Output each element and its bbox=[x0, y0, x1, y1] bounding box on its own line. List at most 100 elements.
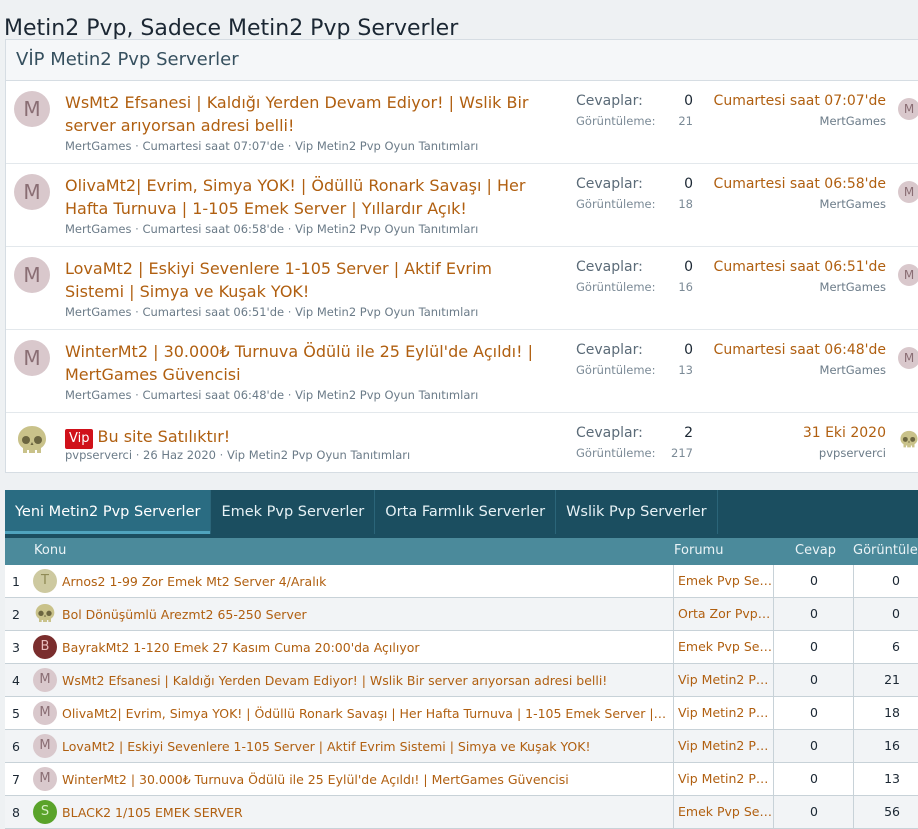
forum-link[interactable]: Vip Metin2 Pv... bbox=[673, 763, 773, 795]
last-post-date-link[interactable]: Cumartesi saat 06:58'de bbox=[714, 176, 886, 192]
thread-forum-link[interactable]: Vip Metin2 Pvp Oyun Tanıtımları bbox=[227, 448, 410, 462]
table-row: 8 S BLACK2 1/105 EMEK SERVER Emek Pvp Ser..… bbox=[5, 796, 918, 829]
table-header: Konu Forumu Cevap Görüntüle... bbox=[5, 534, 918, 565]
avatar[interactable]: T bbox=[33, 569, 57, 593]
tab-wslik-pvp-serverler[interactable]: Wslik Pvp Serverler bbox=[556, 490, 718, 534]
forum-link[interactable]: Emek Pvp Ser... bbox=[673, 796, 773, 828]
forum-link[interactable]: Vip Metin2 Pv... bbox=[673, 664, 773, 696]
thread-title-link[interactable]: LovaMt2 | Eskiyi Sevenlere 1-105 Server … bbox=[62, 739, 667, 754]
table-row: 3 B BayrakMt2 1-120 Emek 27 Kasım Cuma 20:… bbox=[5, 631, 918, 664]
last-post-date-link[interactable]: Cumartesi saat 06:48'de bbox=[714, 342, 886, 358]
skull-avatar-icon[interactable] bbox=[33, 602, 57, 626]
thread-title-text[interactable]: Bu site Satılıktır! bbox=[97, 427, 230, 446]
views-count: 0 bbox=[853, 565, 918, 597]
last-poster-link[interactable]: MertGames bbox=[820, 363, 886, 377]
thread-title-text[interactable]: OlivaMt2| Evrim, Simya YOK! | Ödüllü Ron… bbox=[65, 176, 525, 218]
last-poster-link[interactable]: MertGames bbox=[820, 197, 886, 211]
thread-title-link[interactable]: Arnos2 1-99 Zor Emek Mt2 Server 4/Aralık bbox=[62, 574, 667, 589]
views-label: Görüntüleme: bbox=[576, 363, 656, 377]
replies-count: 0 bbox=[773, 697, 854, 729]
last-post-date-link[interactable]: Cumartesi saat 06:51'de bbox=[714, 259, 886, 275]
thread-author-link[interactable]: MertGames bbox=[65, 139, 131, 153]
thread-forum-link[interactable]: Vip Metin2 Pvp Oyun Tanıtımları bbox=[295, 139, 478, 153]
avatar[interactable]: M bbox=[33, 734, 57, 758]
views-count: 21 bbox=[678, 114, 693, 128]
tab-orta-farml-k-serverler[interactable]: Orta Farmlık Serverler bbox=[375, 490, 557, 534]
avatar[interactable]: M bbox=[14, 257, 50, 293]
avatar[interactable]: M bbox=[14, 174, 50, 210]
thread-forum-link[interactable]: Vip Metin2 Pvp Oyun Tanıtımları bbox=[295, 388, 478, 402]
thread-date[interactable]: 26 Haz 2020 bbox=[143, 448, 216, 462]
replies-label: Cevaplar: bbox=[576, 425, 643, 441]
vip-thread-row: Vip Bu site Satılıktır! pvpserverci · 26 H… bbox=[6, 413, 918, 471]
last-poster-link[interactable]: MertGames bbox=[820, 114, 886, 128]
table-row: 2 Bol Dönüşümlü Arezmt2 65-250 Server Orta… bbox=[5, 598, 918, 631]
thread-date[interactable]: Cumartesi saat 06:48'de bbox=[142, 388, 284, 402]
thread-date[interactable]: Cumartesi saat 06:51'de bbox=[142, 305, 284, 319]
thread-title-link[interactable]: WsMt2 Efsanesi | Kaldığı Yerden Devam Ed… bbox=[62, 673, 667, 688]
tab-yeni-metin2-pvp-serverler[interactable]: Yeni Metin2 Pvp Serverler bbox=[5, 490, 212, 534]
last-post-date-link[interactable]: 31 Eki 2020 bbox=[803, 425, 886, 441]
vip-prefix-badge[interactable]: Vip bbox=[65, 429, 94, 449]
views-count: 16 bbox=[853, 730, 918, 762]
avatar[interactable]: M bbox=[14, 91, 50, 127]
forum-link[interactable]: Vip Metin2 Pv... bbox=[673, 697, 773, 729]
thread-forum-link[interactable]: Vip Metin2 Pvp Oyun Tanıtımları bbox=[295, 305, 478, 319]
forum-link[interactable]: Vip Metin2 Pv... bbox=[673, 730, 773, 762]
replies-label: Cevaplar: bbox=[576, 259, 643, 275]
vip-block-heading: VİP Metin2 Pvp Serverler bbox=[6, 40, 918, 81]
skull-avatar-icon[interactable] bbox=[14, 423, 50, 459]
avatar[interactable]: M bbox=[33, 767, 57, 791]
last-poster-avatar[interactable]: M bbox=[898, 347, 918, 369]
thread-author-link[interactable]: MertGames bbox=[65, 222, 131, 236]
thread-meta: MertGames · Cumartesi saat 06:48'de · Vi… bbox=[65, 388, 479, 402]
thread-title-link[interactable]: WinterMt2 | 30.000₺ Turnuva Ödülü ile 25… bbox=[62, 772, 667, 787]
thread-title-text[interactable]: LovaMt2 | Eskiyi Sevenlere 1-105 Server … bbox=[65, 259, 492, 301]
views-count: 18 bbox=[853, 697, 918, 729]
vip-thread-row: M OlivaMt2| Evrim, Simya YOK! | Ödüllü Ro… bbox=[6, 164, 918, 247]
thread-title-link[interactable]: Vip Bu site Satılıktır! bbox=[65, 425, 555, 449]
thread-title-link[interactable]: OlivaMt2| Evrim, Simya YOK! | Ödüllü Ron… bbox=[65, 174, 555, 220]
last-poster-link[interactable]: MertGames bbox=[820, 280, 886, 294]
avatar[interactable]: B bbox=[33, 635, 57, 659]
thread-author-link[interactable]: MertGames bbox=[65, 388, 131, 402]
thread-title-text[interactable]: WinterMt2 | 30.000₺ Turnuva Ödülü ile 25… bbox=[65, 342, 533, 384]
replies-count: 2 bbox=[684, 425, 693, 441]
avatar[interactable]: S bbox=[33, 800, 57, 824]
thread-title-link[interactable]: Bol Dönüşümlü Arezmt2 65-250 Server bbox=[62, 607, 667, 622]
avatar[interactable]: M bbox=[14, 340, 50, 376]
forum-link[interactable]: Emek Pvp Ser... bbox=[673, 565, 773, 597]
last-poster-skull-icon[interactable] bbox=[898, 429, 918, 451]
row-number: 1 bbox=[12, 574, 20, 589]
thread-date[interactable]: Cumartesi saat 06:58'de bbox=[142, 222, 284, 236]
row-number: 5 bbox=[12, 706, 20, 721]
forum-link[interactable]: Orta Zor Pvp ... bbox=[673, 598, 773, 630]
thread-forum-link[interactable]: Vip Metin2 Pvp Oyun Tanıtımları bbox=[295, 222, 478, 236]
last-poster-link[interactable]: pvpserverci bbox=[819, 446, 886, 460]
tab-emek-pvp-serverler[interactable]: Emek Pvp Serverler bbox=[211, 490, 376, 534]
thread-title-link[interactable]: LovaMt2 | Eskiyi Sevenlere 1-105 Server … bbox=[65, 257, 555, 303]
thread-author-link[interactable]: MertGames bbox=[65, 305, 131, 319]
col-replies-header: Cevap bbox=[795, 543, 836, 558]
col-views-header: Görüntüle... bbox=[853, 543, 918, 558]
thread-date[interactable]: Cumartesi saat 07:07'de bbox=[142, 139, 284, 153]
forum-link[interactable]: Emek Pvp Ser... bbox=[673, 631, 773, 663]
last-poster-avatar[interactable]: M bbox=[898, 98, 918, 120]
row-number: 2 bbox=[12, 607, 20, 622]
thread-title-link[interactable]: WsMt2 Efsanesi | Kaldığı Yerden Devam Ed… bbox=[65, 91, 555, 137]
replies-count: 0 bbox=[773, 631, 854, 663]
thread-title-link[interactable]: BLACK2 1/105 EMEK SERVER bbox=[62, 805, 667, 820]
avatar[interactable]: M bbox=[33, 701, 57, 725]
thread-author-link[interactable]: pvpserverci bbox=[65, 448, 132, 462]
last-poster-avatar[interactable]: M bbox=[898, 264, 918, 286]
views-count: 56 bbox=[853, 796, 918, 828]
views-label: Görüntüleme: bbox=[576, 114, 656, 128]
thread-title-link[interactable]: OlivaMt2| Evrim, Simya YOK! | Ödüllü Ron… bbox=[62, 706, 667, 721]
avatar[interactable]: M bbox=[33, 668, 57, 692]
thread-title-text[interactable]: WsMt2 Efsanesi | Kaldığı Yerden Devam Ed… bbox=[65, 93, 529, 135]
thread-title-link[interactable]: WinterMt2 | 30.000₺ Turnuva Ödülü ile 25… bbox=[65, 340, 555, 386]
last-post-date-link[interactable]: Cumartesi saat 07:07'de bbox=[714, 93, 886, 109]
replies-count: 0 bbox=[773, 730, 854, 762]
last-poster-avatar[interactable]: M bbox=[898, 181, 918, 203]
thread-title-link[interactable]: BayrakMt2 1-120 Emek 27 Kasım Cuma 20:00… bbox=[62, 640, 667, 655]
